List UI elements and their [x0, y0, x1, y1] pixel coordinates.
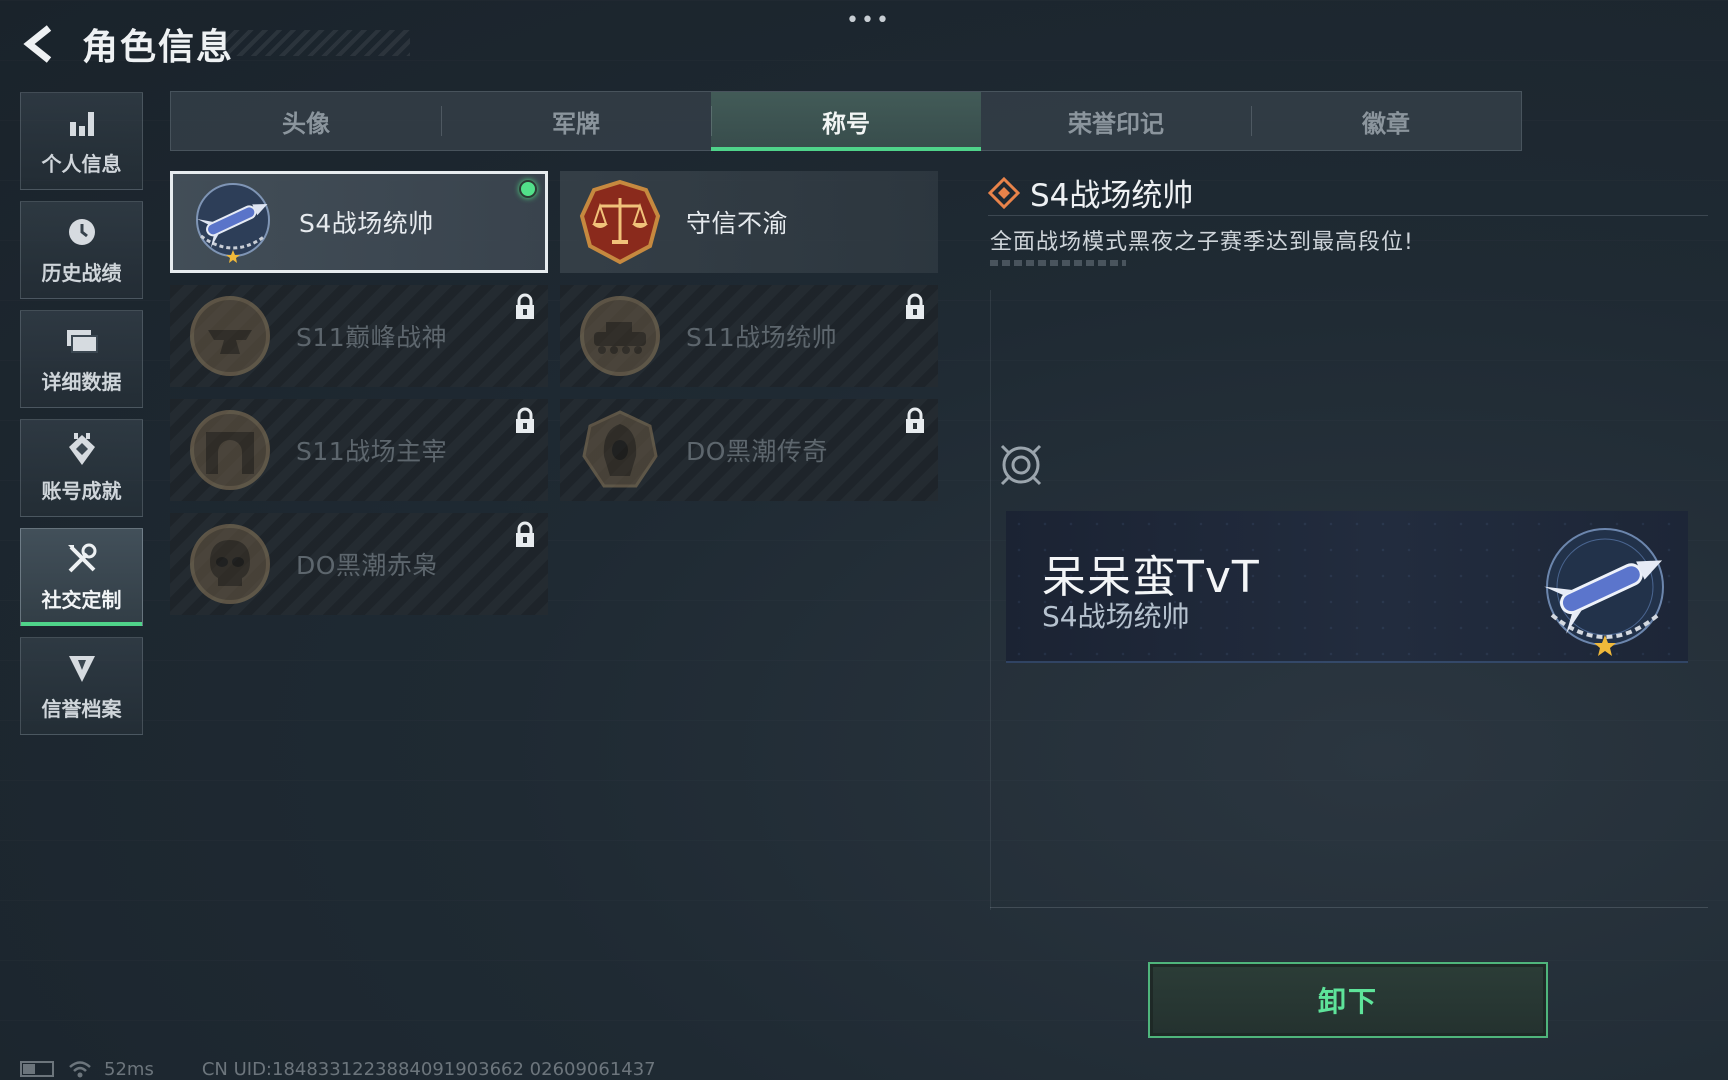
- preview-view-toggle[interactable]: [996, 440, 1046, 490]
- title-card-name: 守信不渝: [686, 209, 789, 238]
- ping-readout: 52ms: [104, 1058, 154, 1080]
- title-card-s4-commander[interactable]: S4战场统帅: [170, 171, 548, 273]
- wifi-icon: [69, 1061, 91, 1078]
- hooded-figure-emblem-icon: [572, 402, 668, 498]
- lock-icon: [516, 521, 534, 547]
- page-title: 角色信息: [82, 27, 235, 68]
- tab-bar: 头像 军牌 称号 荣誉印记 徽章: [170, 91, 1522, 151]
- title-card-name: S11战场统帅: [686, 323, 838, 352]
- folder-icon: [65, 324, 99, 358]
- sidebar-item-label: 个人信息: [41, 151, 122, 176]
- header: 角色信息: [20, 20, 234, 68]
- sidebar-item-label: 信誉档案: [41, 696, 122, 721]
- detail-description: 全面战场模式黑夜之子赛季达到最高段位!: [990, 230, 1414, 255]
- sidebar-item-label: 账号成就: [41, 478, 122, 503]
- title-card-name: S11战场主宰: [296, 437, 448, 466]
- tab-title[interactable]: 称号: [711, 92, 981, 151]
- title-card-s11-dominator[interactable]: S11战场主宰: [170, 399, 548, 501]
- sidebar-item-label: 社交定制: [41, 587, 122, 612]
- title-decoration: [220, 30, 410, 56]
- title-card-s11-war-god[interactable]: S11巅峰战神: [170, 285, 548, 387]
- more-options-dots[interactable]: •••: [846, 8, 891, 33]
- title-card-do-legend[interactable]: DO黑潮传奇: [560, 399, 938, 501]
- sidebar-item-detailed-data[interactable]: 详细数据: [20, 310, 143, 408]
- lock-icon: [516, 407, 534, 433]
- achievement-icon: [65, 432, 99, 467]
- title-card-trustworthy[interactable]: 守信不渝: [560, 171, 938, 273]
- unequip-button-label: 卸下: [1317, 985, 1378, 1018]
- nameplate-preview: 呆呆蛮TvT S4战场统帅: [1006, 511, 1688, 663]
- sidebar-item-achievements[interactable]: 账号成就: [20, 419, 143, 517]
- tab-honor-mark[interactable]: 荣誉印记: [981, 92, 1251, 150]
- diamond-icon: [988, 176, 1020, 209]
- status-bar: 52ms CN UID:1848331223884091903662 02609…: [20, 1058, 656, 1080]
- sidebar-item-label: 详细数据: [41, 369, 122, 394]
- lock-icon: [906, 407, 924, 433]
- title-card-s11-commander[interactable]: S11战场统帅: [560, 285, 938, 387]
- title-card-name: DO黑潮传奇: [686, 437, 828, 466]
- sidebar-item-credit-record[interactable]: 信誉档案: [20, 637, 143, 735]
- divider: [990, 907, 1708, 908]
- battery-icon: [20, 1061, 54, 1077]
- lock-icon: [906, 293, 924, 319]
- title-card-do-red-owl[interactable]: DO黑潮赤枭: [170, 513, 548, 615]
- tab-dogtag[interactable]: 军牌: [441, 92, 711, 150]
- uid-readout: CN UID:1848331223884091903662 0260906143…: [201, 1058, 656, 1080]
- tools-icon: [65, 542, 99, 576]
- unequip-button[interactable]: 卸下: [1148, 962, 1548, 1038]
- equipped-indicator: [519, 180, 537, 198]
- back-arrow-icon: [23, 25, 52, 63]
- lock-icon: [516, 293, 534, 319]
- player-title: S4战场统帅: [1042, 600, 1190, 633]
- sidebar-item-label: 历史战绩: [41, 260, 122, 285]
- scales-emblem-icon: [572, 174, 668, 270]
- missile-emblem-icon: [185, 174, 281, 270]
- target-icon: [1000, 444, 1042, 486]
- divider: [988, 215, 1708, 216]
- sidebar: 个人信息 历史战绩 详细数据 账号成就 社交定制 信誉档案: [20, 92, 144, 746]
- detail-title: S4战场统帅: [1030, 178, 1194, 214]
- detail-decoration: [990, 260, 1126, 266]
- anvil-emblem-icon: [182, 288, 278, 384]
- sidebar-item-personal-info[interactable]: 个人信息: [20, 92, 143, 190]
- tank-emblem-icon: [572, 288, 668, 384]
- detail-header: S4战场统帅: [988, 170, 1193, 215]
- skull-emblem-icon: [182, 516, 278, 612]
- tab-badge[interactable]: 徽章: [1251, 92, 1521, 150]
- sidebar-item-history[interactable]: 历史战绩: [20, 201, 143, 299]
- title-card-name: DO黑潮赤枭: [296, 551, 438, 580]
- bar-chart-icon: [65, 106, 99, 140]
- clock-icon: [65, 215, 99, 249]
- sidebar-item-social-customization[interactable]: 社交定制: [20, 528, 143, 626]
- shield-icon: [65, 651, 99, 685]
- title-card-name: S11巅峰战神: [296, 323, 448, 352]
- tab-avatar[interactable]: 头像: [171, 92, 441, 150]
- missile-emblem-icon: [1544, 528, 1664, 656]
- back-button[interactable]: [20, 22, 60, 66]
- arch-emblem-icon: [182, 402, 278, 498]
- title-card-name: S4战场统帅: [299, 209, 434, 238]
